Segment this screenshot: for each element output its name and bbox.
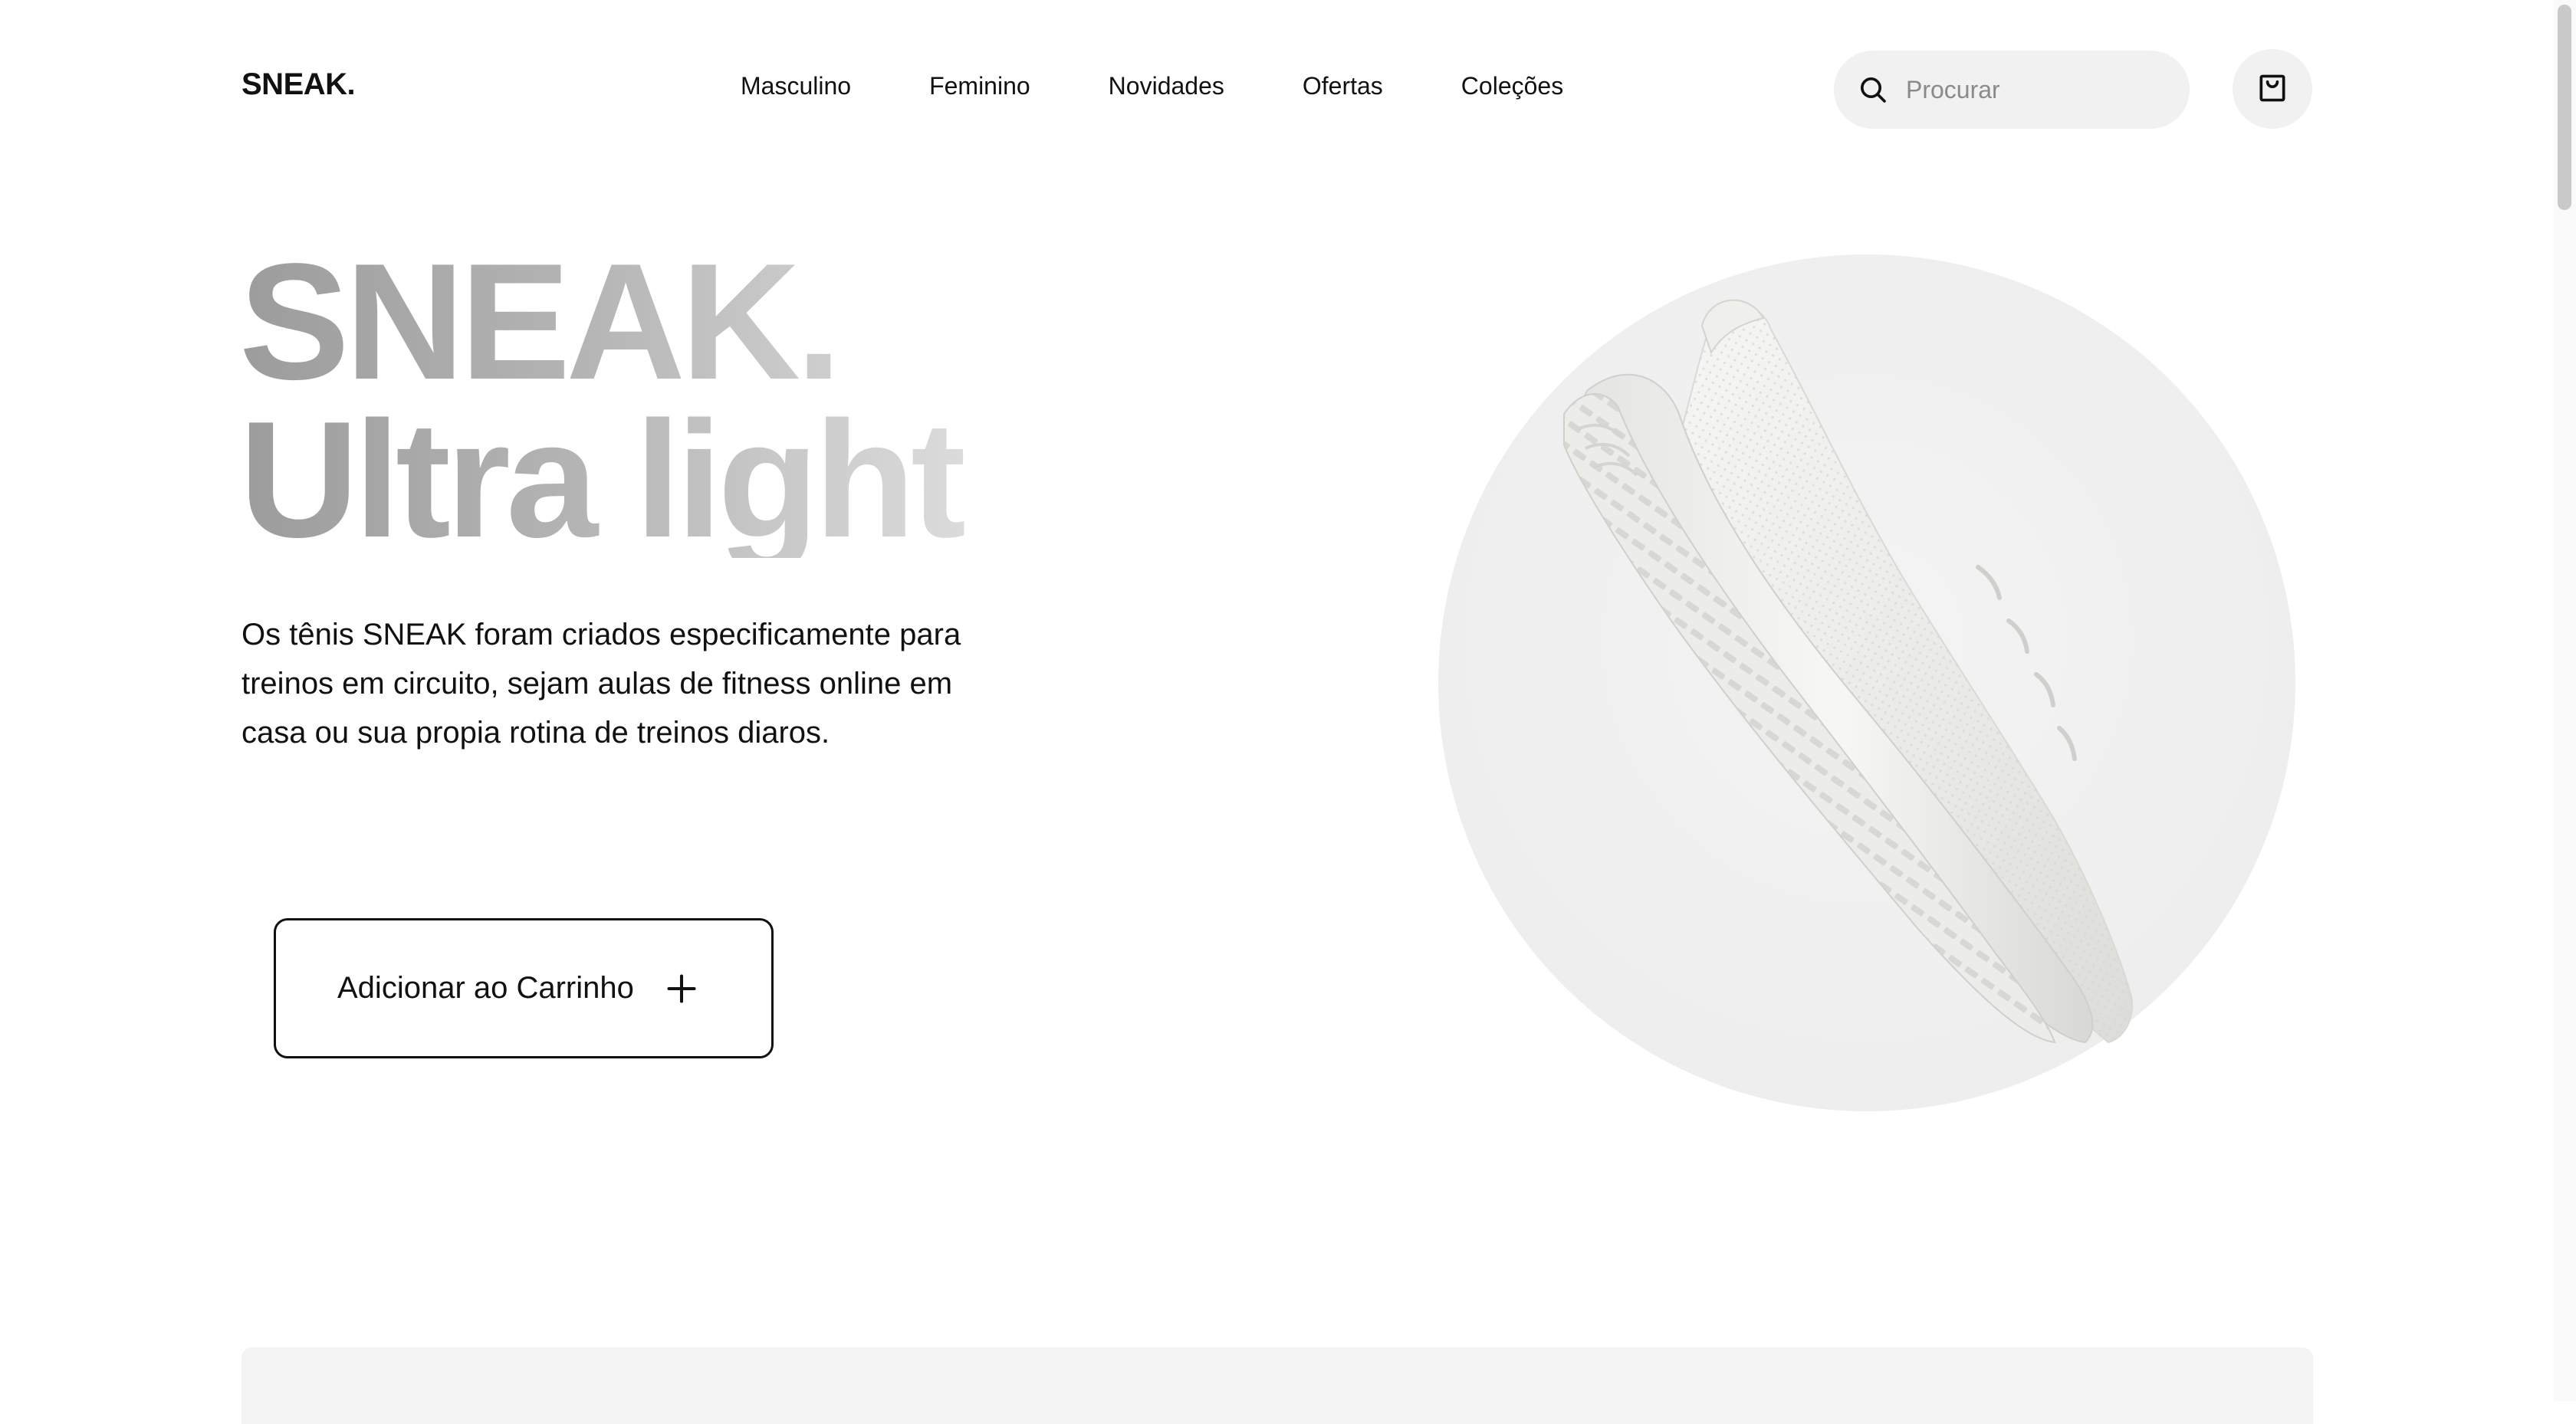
site-header: SNEAK. Masculino Feminino Novidades Ofer…: [0, 0, 2553, 179]
hero-title-line-2: Ultra light: [239, 386, 961, 572]
nav-item-colecoes[interactable]: Coleções: [1461, 72, 1563, 100]
logo[interactable]: SNEAK.: [242, 67, 356, 102]
hero-description: Os tênis SNEAK foram criados especificam…: [242, 618, 961, 750]
search-box[interactable]: [1834, 51, 2190, 129]
search-icon[interactable]: [1848, 64, 1898, 115]
nav-item-feminino[interactable]: Feminino: [929, 72, 1030, 100]
nav-item-novidades[interactable]: Novidades: [1109, 72, 1224, 100]
plus-icon: [665, 972, 698, 1006]
main-nav: Masculino Feminino Novidades Ofertas Col…: [741, 72, 1563, 100]
scrollbar-thumb[interactable]: [2558, 5, 2571, 210]
shopping-bag-icon: [2256, 71, 2289, 107]
add-to-cart-label: Adicionar ao Carrinho: [337, 971, 634, 1005]
next-section-panel: [242, 1347, 2313, 1424]
scrollbar-track[interactable]: [2553, 0, 2576, 1401]
search-input[interactable]: [1904, 74, 2168, 105]
hero-title: SNEAK. Ultra light: [239, 242, 991, 558]
nav-item-ofertas[interactable]: Ofertas: [1303, 72, 1383, 100]
hero-title-line-1: SNEAK.: [239, 228, 838, 414]
nav-item-masculino[interactable]: Masculino: [741, 72, 851, 100]
sneaker-image: [1563, 299, 2133, 1044]
add-to-cart-button[interactable]: Adicionar ao Carrinho: [274, 918, 774, 1058]
cart-button[interactable]: [2233, 49, 2312, 129]
